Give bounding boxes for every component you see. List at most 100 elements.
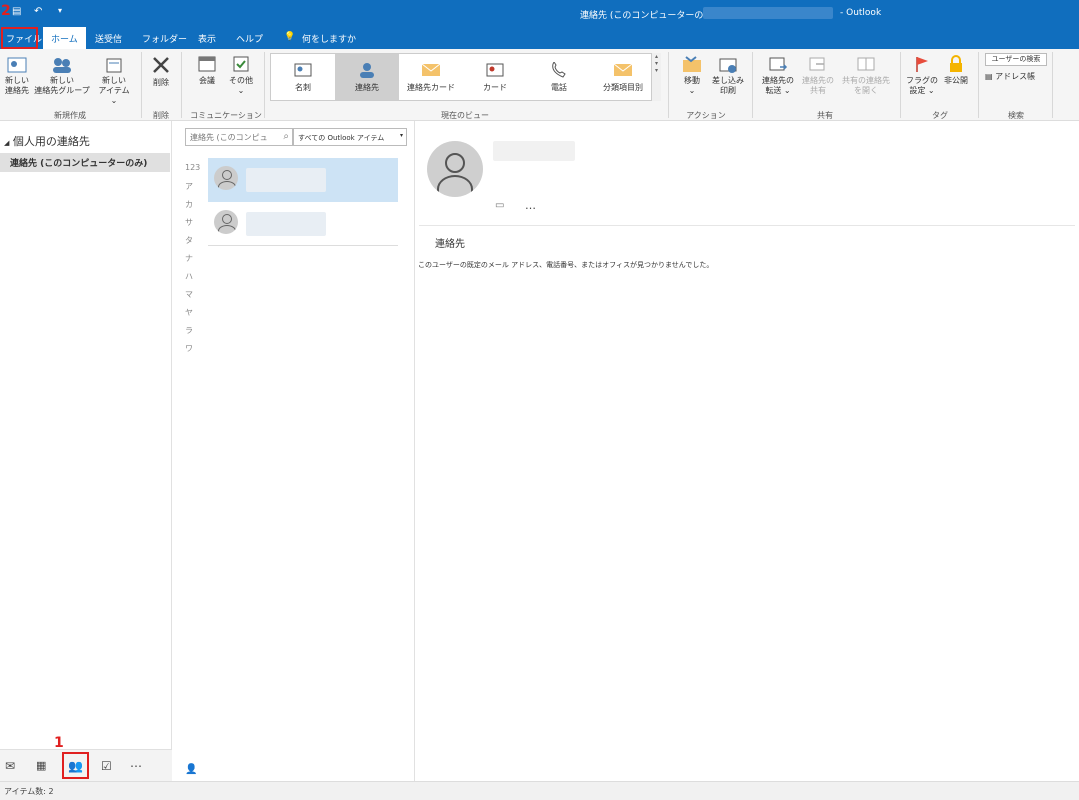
forward-contact-icon [769, 57, 788, 71]
card-icon [486, 63, 504, 77]
index-ta[interactable]: タ [185, 235, 193, 246]
mail-merge-icon [719, 58, 737, 73]
business-card-icon [294, 63, 312, 77]
index-123[interactable]: 123 [185, 163, 200, 172]
group-label-find: 検索 [1008, 111, 1024, 120]
no-info-message: このユーザーの既定のメール アドレス、電話番号、またはオフィスが見つかりませんで… [418, 261, 714, 269]
reading-pane: ▭ … 連絡先 このユーザーの既定のメール アドレス、電話番号、またはオフィスが… [415, 121, 1079, 781]
index-ha[interactable]: ハ [185, 271, 193, 282]
item-count: アイテム数: 2 [4, 787, 54, 796]
envelope-icon [421, 63, 441, 76]
tab-folder[interactable]: フォルダー [142, 32, 187, 45]
tab-help[interactable]: ヘルプ [236, 32, 263, 45]
group-label-actions: アクション [686, 111, 726, 120]
title-bar: ▤ ↶ ▾ 連絡先 (このコンピューターのみ) - Outlook [0, 0, 1079, 27]
forward-contact-button[interactable]: 連絡先の 転送 ⌄ [758, 55, 798, 96]
address-book-button[interactable]: ▤ アドレス帳 [985, 72, 1045, 82]
view-contact[interactable]: 連絡先 [335, 54, 399, 100]
avatar [214, 166, 238, 190]
delete-button[interactable]: 削除 [146, 55, 176, 88]
save-icon[interactable]: ▤ [12, 6, 21, 17]
avatar [214, 210, 238, 234]
navigation-pane: ◢ 個人用の連絡先 連絡先 (このコンピューターのみ) [0, 121, 172, 781]
index-sa[interactable]: サ [185, 217, 193, 228]
tasks-icon[interactable]: ☑ [101, 759, 112, 773]
group-label-tags: タグ [932, 111, 948, 120]
list-item[interactable] [208, 202, 398, 246]
calendar-icon[interactable]: ▦ [36, 759, 46, 772]
search-scope-dropdown[interactable]: すべての Outlook アイテム ▾ [293, 128, 407, 146]
contacts-folder[interactable]: 連絡先 (このコンピューターのみ) [0, 153, 170, 172]
shared-contacts-icon [857, 57, 875, 71]
new-items-button[interactable]: 新しい アイテム ⌄ [94, 57, 134, 106]
private-button[interactable]: 非公開 [940, 55, 972, 86]
more-modules-icon[interactable]: ⋯ [130, 759, 142, 773]
group-label-current-view: 現在のビュー [441, 111, 489, 120]
view-contact-card[interactable]: 連絡先カード [399, 54, 463, 100]
lock-icon [950, 55, 962, 72]
index-ya[interactable]: ヤ [185, 307, 193, 318]
ribbon-tabs: ファイル ホーム 送受信 フォルダー 表示 ヘルプ 💡 何をしますか [0, 27, 1079, 49]
redacted-name [246, 168, 326, 192]
checklist-icon [233, 56, 249, 72]
index-ka[interactable]: カ [185, 199, 193, 210]
index-a[interactable]: ア [185, 181, 193, 192]
mail-merge-button[interactable]: 差し込み 印刷 [709, 55, 747, 96]
search-contacts-input[interactable]: 連絡先 (このコンピュ ⌕ [185, 128, 293, 146]
open-shared-contacts-button[interactable]: 共有の連絡先 を開く [838, 55, 894, 96]
quick-access-menu-icon[interactable]: ▾ [58, 6, 62, 15]
delete-x-icon [153, 57, 169, 73]
index-wa[interactable]: ワ [185, 343, 193, 354]
undo-icon[interactable]: ↶ [34, 6, 42, 17]
index-na[interactable]: ナ [185, 253, 193, 264]
tab-send-receive[interactable]: 送受信 [95, 32, 122, 45]
more-options-icon[interactable]: … [525, 199, 536, 212]
people-icon [53, 58, 71, 73]
group-label-communication: コミュニケーション [190, 111, 262, 120]
view-card[interactable]: カード [463, 54, 527, 100]
list-item[interactable] [208, 158, 398, 202]
search-people-input[interactable]: ユーザーの検索 [985, 53, 1047, 66]
share-contacts-button[interactable]: 連絡先の 共有 [798, 55, 838, 96]
gallery-scroll[interactable]: ▴ ▾ ▾ [651, 53, 661, 101]
index-ma[interactable]: マ [185, 289, 193, 300]
annotation-2: 2 [1, 3, 11, 19]
tab-view[interactable]: 表示 [198, 32, 216, 45]
tell-me-input[interactable]: 何をしますか [302, 32, 356, 45]
lightbulb-icon: 💡 [284, 32, 296, 42]
group-label-share: 共有 [817, 111, 833, 120]
redacted-account [703, 7, 833, 19]
flag-button[interactable]: フラグの 設定 ⌄ [906, 55, 938, 96]
ribbon: 新しい 連絡先 新しい 連絡先グループ 新しい アイテム ⌄ 新規作成 削除 削… [0, 49, 1079, 133]
share-contacts-icon [809, 57, 825, 71]
annotation-1: 1 [54, 735, 64, 751]
search-icon: ⌕ [283, 131, 289, 142]
group-label-delete: 削除 [153, 111, 169, 120]
view-by-category[interactable]: 分類項目別 [591, 54, 655, 100]
new-contact-button[interactable]: 新しい 連絡先 [3, 57, 31, 96]
new-items-icon [106, 58, 122, 73]
chat-icon[interactable]: ▭ [495, 200, 504, 211]
new-contact-group-button[interactable]: 新しい 連絡先グループ [34, 57, 90, 96]
status-bar: アイテム数: 2 [0, 781, 1079, 800]
view-phone[interactable]: 電話 [527, 54, 591, 100]
envelope-icon [613, 63, 633, 76]
tab-home[interactable]: ホーム [43, 27, 86, 49]
address-book-icon: ▤ [985, 72, 993, 81]
current-view-gallery: 名刺 連絡先 連絡先カード カード 電話 分類項目別 [270, 53, 660, 101]
contact-card-icon [7, 57, 27, 73]
app-name: - Outlook [840, 8, 882, 18]
redacted-contact-name [493, 141, 575, 161]
mail-icon[interactable]: ✉ [5, 759, 15, 773]
meeting-button[interactable]: 会議 [194, 55, 220, 86]
view-business-card[interactable]: 名刺 [271, 54, 335, 100]
move-button[interactable]: 移動 ⌄ [678, 55, 706, 96]
my-contacts-section[interactable]: ◢ 個人用の連絡先 [0, 129, 170, 153]
contact-view-icon[interactable]: 👤 [185, 764, 197, 775]
more-button[interactable]: その他 ⌄ [226, 55, 256, 96]
highlight-people-button [62, 752, 89, 779]
dropdown-arrow-icon: ▾ [399, 132, 403, 139]
index-ra[interactable]: ラ [185, 325, 193, 336]
phone-icon [552, 62, 566, 78]
flag-icon [916, 57, 928, 72]
